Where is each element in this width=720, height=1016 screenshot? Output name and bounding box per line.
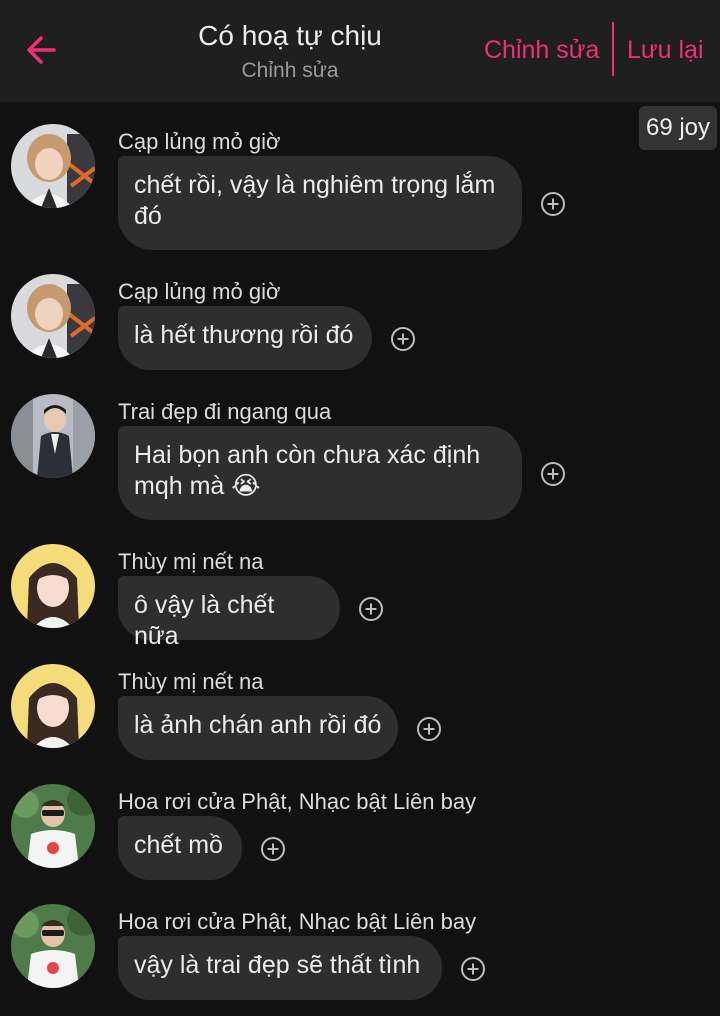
avatar[interactable] [11, 904, 95, 988]
avatar[interactable] [11, 274, 95, 358]
avatar-man-image [11, 904, 95, 988]
sender-name: Thùy mị nết na [118, 669, 264, 694]
sender-name: Hoa rơi cửa Phật, Nhạc bật Liên bay [118, 789, 477, 814]
message-bubble[interactable]: là ảnh chán anh rồi đó [118, 696, 398, 760]
page-subtitle: Chỉnh sửa [241, 59, 339, 82]
avatar[interactable] [11, 544, 95, 628]
message-bubble[interactable]: là hết thương rồi đó [118, 306, 372, 370]
sender-name: Cạp lủng mỏ giờ [118, 279, 281, 304]
edit-button[interactable]: Chỉnh sửa [484, 34, 599, 66]
add-reaction-icon[interactable] [416, 716, 442, 742]
avatar[interactable] [11, 784, 95, 868]
add-reaction-icon[interactable] [540, 191, 566, 217]
message-bubble[interactable]: chết mồ [118, 816, 242, 880]
header-divider [612, 22, 614, 76]
add-reaction-icon[interactable] [358, 596, 384, 622]
add-reaction-icon[interactable] [540, 461, 566, 487]
avatar[interactable] [11, 664, 95, 748]
avatar-girl-image [11, 124, 95, 208]
message-bubble[interactable]: ô vậy là chết nữa [118, 576, 340, 650]
avatar-girl-image [11, 274, 95, 358]
message-bubble[interactable]: Hai bọn anh còn chưa xác định mqh mà 😭 [118, 426, 522, 520]
page-title: Có hoạ tự chịu [198, 20, 382, 51]
title-block: Có hoạ tự chịu Chỉnh sửa [150, 18, 430, 86]
avatar-girl-image [11, 544, 95, 628]
avatar-girl-image [11, 664, 95, 748]
avatar-man-image [11, 784, 95, 868]
sender-name: Thùy mị nết na [118, 549, 264, 574]
add-reaction-icon[interactable] [390, 326, 416, 352]
avatar[interactable] [11, 394, 95, 478]
sender-name: Trai đẹp đi ngang qua [118, 399, 332, 424]
arrow-left-icon [27, 36, 56, 64]
back-button[interactable] [22, 30, 62, 70]
sender-name: Hoa rơi cửa Phật, Nhạc bật Liên bay [118, 909, 477, 934]
save-button[interactable]: Lưu lại [627, 34, 704, 66]
avatar-man-image [11, 394, 95, 478]
message-bubble[interactable]: vậy là trai đẹp sẽ thất tình [118, 936, 442, 1000]
avatar[interactable] [11, 124, 95, 208]
sender-name: Cạp lủng mỏ giờ [118, 129, 281, 154]
joy-badge: 69 joy [639, 106, 717, 150]
add-reaction-icon[interactable] [260, 836, 286, 862]
top-bar: Có hoạ tự chịu Chỉnh sửa Chỉnh sửa Lưu l… [0, 0, 720, 102]
message-bubble[interactable]: chết rồi, vậy là nghiêm trọng lắm đó [118, 156, 522, 250]
add-reaction-icon[interactable] [460, 956, 486, 982]
